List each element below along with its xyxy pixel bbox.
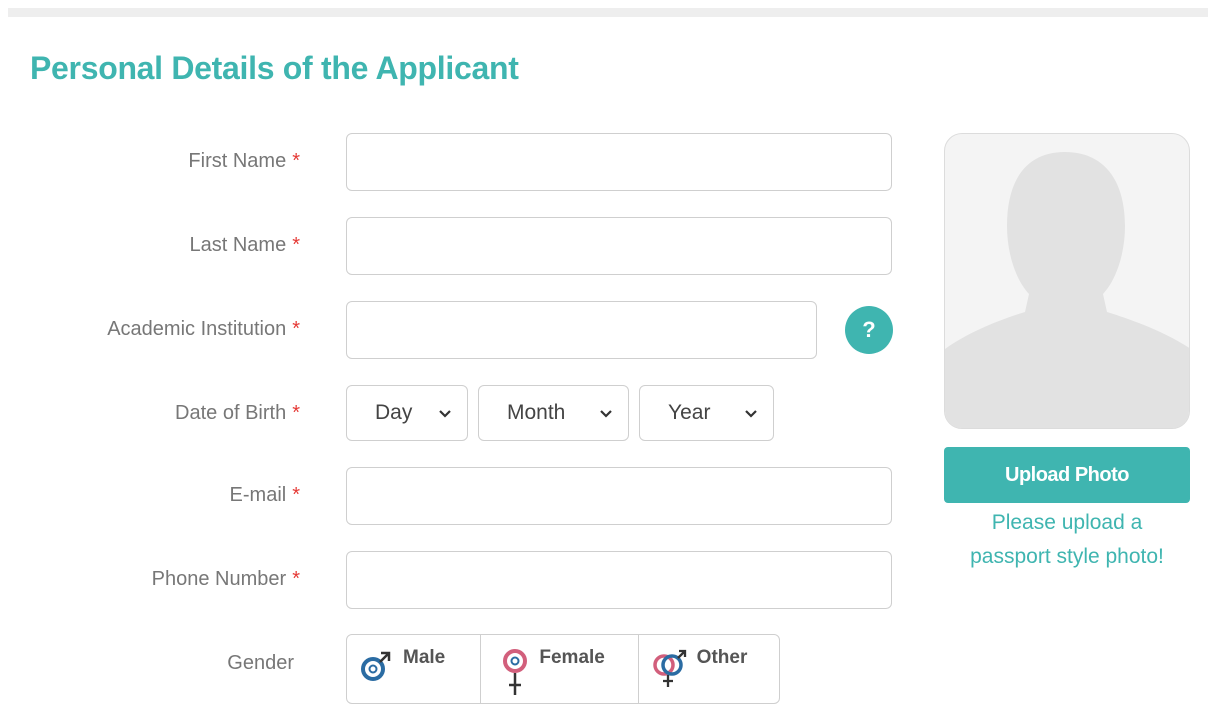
required-marker: * — [292, 568, 300, 590]
gender-option-male[interactable]: Male — [347, 635, 482, 703]
last-name-label: Last Name * — [189, 234, 300, 256]
upload-photo-button[interactable]: Upload Photo — [944, 447, 1190, 503]
chevron-down-icon — [600, 410, 612, 418]
dob-year-select[interactable]: Year — [639, 385, 774, 441]
gender-option-other[interactable]: Other — [639, 635, 779, 703]
required-marker: * — [292, 484, 300, 506]
dob-label: Date of Birth * — [175, 402, 300, 424]
phone-label: Phone Number * — [151, 568, 300, 590]
required-marker: * — [292, 150, 300, 172]
photo-placeholder — [944, 133, 1190, 429]
gender-toggle-group: Male Female Other — [346, 634, 780, 704]
first-name-label: First Name * — [188, 150, 300, 172]
avatar-placeholder — [945, 152, 1189, 428]
female-icon — [503, 649, 528, 695]
required-marker: * — [292, 318, 300, 340]
dob-month-select[interactable]: Month — [478, 385, 629, 441]
institution-label: Academic Institution * — [107, 318, 300, 340]
help-icon[interactable]: ? — [845, 306, 893, 354]
required-marker: * — [292, 402, 300, 424]
email-label: E-mail * — [229, 484, 300, 506]
email-input[interactable] — [346, 467, 892, 525]
upload-photo-note: Please upload a passport style photo! — [970, 511, 1164, 568]
gender-option-female[interactable]: Female — [481, 635, 639, 703]
chevron-down-icon — [745, 410, 757, 418]
required-marker: * — [292, 234, 300, 256]
other-gender-icon — [652, 649, 686, 687]
first-name-input[interactable] — [346, 133, 892, 191]
chevron-down-icon — [439, 410, 451, 418]
last-name-input[interactable] — [346, 217, 892, 275]
male-icon — [361, 651, 391, 681]
page-title: Personal Details of the Applicant — [30, 50, 519, 86]
institution-input[interactable] — [346, 301, 817, 359]
gender-label: Gender — [227, 652, 294, 674]
phone-input[interactable] — [346, 551, 892, 609]
top-divider — [8, 8, 1208, 17]
dob-day-select[interactable]: Day — [346, 385, 468, 441]
